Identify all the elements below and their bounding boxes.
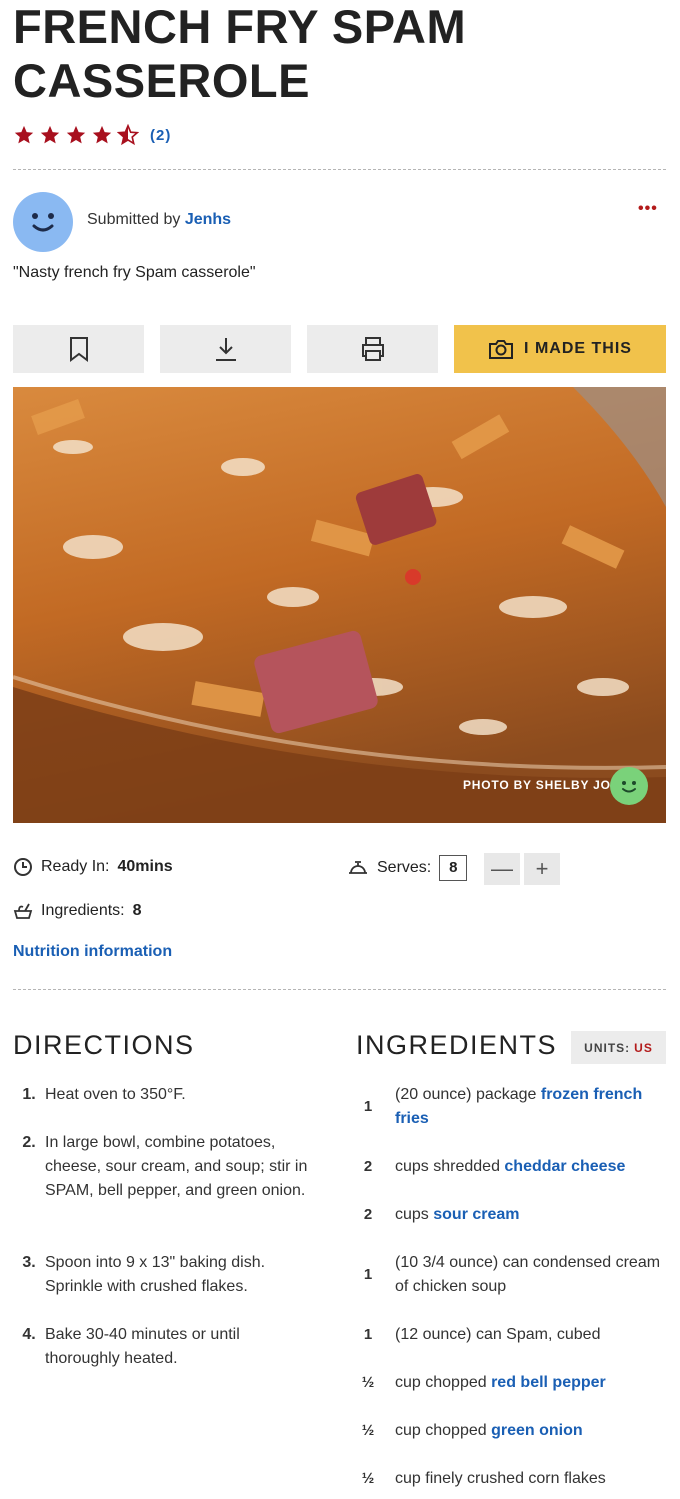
units-value: US (634, 1040, 653, 1055)
direction-step: 1. Heat oven to 350°F. (13, 1083, 313, 1107)
ingredient-text: (12 ounce) can Spam, cubed (395, 1326, 601, 1343)
serves-decrease-button[interactable]: — (484, 853, 520, 885)
avatar[interactable] (13, 192, 73, 252)
step-text: In large bowl, combine potatoes, cheese,… (45, 1134, 308, 1199)
ingredient-desc: cup chopped (395, 1374, 492, 1391)
smiley-icon (32, 213, 54, 232)
directions-heading: DIRECTIONS (13, 1030, 195, 1060)
units-label: UNITS: (584, 1040, 631, 1055)
ingredient-link[interactable]: green onion (491, 1422, 583, 1439)
direction-step: 2. In large bowl, combine potatoes, chee… (13, 1131, 313, 1203)
recipe-photo[interactable]: PHOTO BY SHELBY JO (13, 387, 666, 823)
step-number: 3. (22, 1254, 36, 1271)
serves-label: Serves: (377, 859, 432, 876)
step-text: Heat oven to 350°F. (45, 1086, 186, 1103)
star-icon (14, 125, 34, 144)
direction-step: 3. Spoon into 9 x 13" baking dish. Sprin… (13, 1251, 313, 1299)
ingredient-link[interactable]: cheddar cheese (504, 1158, 625, 1175)
serves-increase-button[interactable]: + (524, 853, 560, 885)
ready-in-value: 40mins (117, 858, 173, 875)
credit-avatar[interactable] (610, 767, 648, 805)
ingredient-desc: cup chopped (395, 1422, 492, 1439)
rating[interactable]: (2) (13, 124, 171, 146)
star-icon (40, 125, 60, 144)
ingredient-qty: 1 (363, 1266, 373, 1283)
serves: Serves: 8 (347, 855, 468, 881)
save-button[interactable] (13, 325, 144, 373)
ingredient-item: 1 (12 ounce) can Spam, cubed (356, 1323, 671, 1347)
ingredient-item: 1 (10 3/4 ounce) can condensed cream of … (356, 1251, 671, 1299)
step-number: 1. (22, 1086, 36, 1103)
recipe-description: "Nasty french fry Spam casserole" (13, 264, 256, 281)
units-toggle[interactable]: UNITS: US (571, 1031, 666, 1064)
smiley-icon (622, 781, 636, 793)
ingredient-desc: cups (395, 1206, 434, 1223)
i-made-this-button[interactable]: I MADE THIS (454, 325, 666, 373)
ingredient-item: ½ cup chopped green onion (356, 1419, 671, 1443)
ingredient-text: cups shredded cheddar cheese (395, 1155, 625, 1179)
clock-icon (14, 858, 32, 876)
ingredient-qty: 2 (363, 1206, 373, 1223)
ingredient-text: cups sour cream (395, 1203, 520, 1227)
serves-input[interactable]: 8 (439, 855, 468, 881)
step-text: Bake 30-40 minutes or until thoroughly h… (45, 1326, 240, 1367)
divider (13, 989, 666, 990)
download-icon (215, 338, 236, 361)
step-text: Spoon into 9 x 13" baking dish. Sprinkle… (45, 1254, 266, 1295)
author-link[interactable]: Jenhs (185, 211, 231, 228)
more-options-icon[interactable]: ••• (638, 200, 658, 218)
ingredient-qty: 1 (363, 1326, 373, 1343)
ingredient-item: 2 cups sour cream (356, 1203, 671, 1227)
ingredients-count: Ingredients: 8 (13, 901, 142, 921)
bookmark-icon (69, 337, 88, 362)
ingredient-link[interactable]: sour cream (433, 1206, 519, 1223)
submitted-by-label: Submitted by (87, 211, 185, 228)
download-button[interactable] (160, 325, 291, 373)
casserole-image (13, 387, 666, 823)
serving-dish-icon (349, 861, 367, 874)
divider (13, 169, 666, 170)
step-number: 4. (22, 1326, 36, 1343)
ingredient-desc: cups shredded (395, 1158, 505, 1175)
ingredient-text: cup chopped green onion (395, 1419, 583, 1443)
ingredient-qty: ½ (361, 1374, 375, 1391)
ingredient-qty: ½ (361, 1422, 375, 1439)
ingredient-link[interactable]: red bell pepper (491, 1374, 606, 1391)
ingredient-qty: 1 (363, 1098, 373, 1115)
ingredient-text: (20 ounce) package frozen french fries (395, 1083, 671, 1131)
print-button[interactable] (307, 325, 438, 373)
ingredient-desc: (20 ounce) package (395, 1086, 541, 1103)
printer-icon (361, 337, 384, 361)
star-half-icon (117, 124, 139, 146)
i-made-this-label: I MADE THIS (524, 340, 632, 357)
ingredients-count-value: 8 (132, 902, 142, 919)
camera-icon (489, 340, 514, 359)
ingredients-count-label: Ingredients: (41, 902, 125, 919)
direction-step: 4. Bake 30-40 minutes or until thoroughl… (13, 1323, 313, 1371)
ingredients-icon (13, 903, 33, 919)
ingredient-item: 1 (20 ounce) package frozen french fries (356, 1083, 671, 1131)
photo-credit[interactable]: PHOTO BY SHELBY JO (463, 778, 611, 792)
ingredient-qty: ½ (361, 1470, 375, 1487)
recipe-title: FRENCH FRY SPAM CASSEROLE (13, 0, 467, 107)
ready-in-label: Ready In: (41, 858, 110, 875)
ingredients-heading: INGREDIENTS (356, 1030, 558, 1060)
ingredient-item: 2 cups shredded cheddar cheese (356, 1155, 671, 1179)
ingredient-qty: 2 (363, 1158, 373, 1175)
ingredient-item: ½ cup finely crushed corn flakes (356, 1467, 671, 1491)
submitted-by: Submitted by Jenhs (87, 211, 231, 229)
star-icon (66, 125, 86, 144)
ingredient-item: ½ cup chopped red bell pepper (356, 1371, 671, 1395)
ready-in: Ready In: 40mins (13, 857, 173, 877)
ingredient-text: cup finely crushed corn flakes (395, 1470, 606, 1487)
step-number: 2. (22, 1134, 36, 1151)
ingredient-text: cup chopped red bell pepper (395, 1371, 606, 1395)
star-icon (92, 125, 112, 144)
rating-count[interactable]: (2) (150, 127, 171, 144)
nutrition-link[interactable]: Nutrition information (13, 943, 172, 961)
ingredient-text: (10 3/4 ounce) can condensed cream of ch… (395, 1254, 661, 1295)
